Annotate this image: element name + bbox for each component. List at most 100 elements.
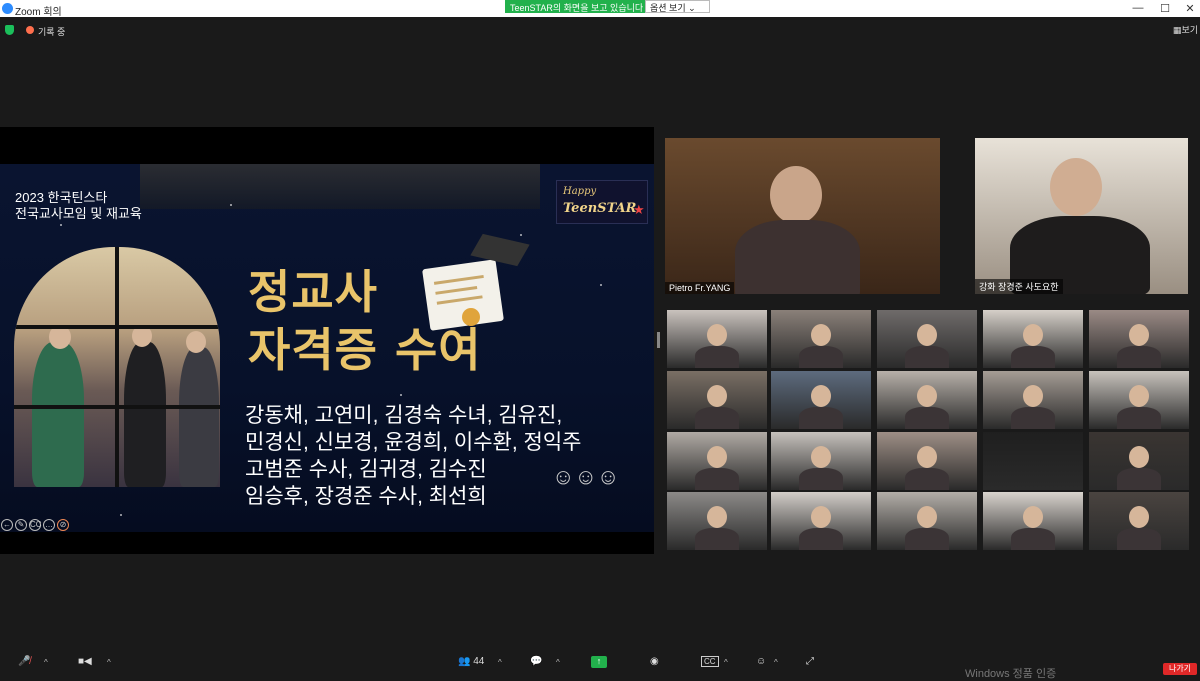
chat-icon[interactable]: 💬 xyxy=(530,656,542,667)
gallery-video-tile[interactable] xyxy=(983,432,1083,490)
gallery-video-tile[interactable] xyxy=(667,310,767,368)
participant-body xyxy=(695,468,739,490)
snow-dot xyxy=(230,204,232,206)
more-icon[interactable]: … xyxy=(43,519,55,531)
video-tile-pietro[interactable]: Pietro Fr.YANG xyxy=(665,138,940,294)
chevron-up-icon[interactable]: ^ xyxy=(556,658,560,667)
leave-button[interactable]: 나가기 xyxy=(1163,663,1197,675)
participants-button[interactable]: 👥 44 xyxy=(458,656,484,667)
gallery-video-tile[interactable] xyxy=(771,371,871,429)
reactions-icon[interactable]: ☺ xyxy=(756,656,766,667)
pen-icon[interactable]: ✎ xyxy=(15,519,27,531)
gallery-video-tile[interactable] xyxy=(983,371,1083,429)
view-options-button[interactable]: 옵션 보기 ⌄ xyxy=(645,0,710,13)
participant-body xyxy=(1117,346,1161,368)
participant-body xyxy=(905,407,949,429)
snow-dot xyxy=(120,514,122,516)
seal-icon xyxy=(462,308,480,326)
mic-muted-icon[interactable]: 🎤̸ xyxy=(18,656,30,667)
gallery-video-tile[interactable] xyxy=(771,432,871,490)
gallery-video-tile[interactable] xyxy=(1089,371,1189,429)
gallery-video-tile[interactable] xyxy=(667,371,767,429)
window-titlebar: Zoom 회의 TeenSTAR의 화면을 보고 있습니다 옵션 보기 ⌄ — … xyxy=(0,0,1200,18)
names-line: 민경신, 신보경, 윤경희, 이수환, 정익주 xyxy=(245,431,582,454)
participant-face xyxy=(1129,324,1149,346)
recording-icon xyxy=(26,26,34,34)
gallery-video-tile[interactable] xyxy=(877,492,977,550)
gallery-video-tile[interactable] xyxy=(1089,492,1189,550)
chevron-up-icon[interactable]: ^ xyxy=(44,658,48,667)
names-line: 고범준 수사, 김귀경, 김수진 xyxy=(245,458,487,481)
person-figure xyxy=(179,347,219,487)
participant-body xyxy=(1011,407,1055,429)
certificate-line xyxy=(435,285,478,295)
slide-header-stripe xyxy=(140,164,540,209)
names-line: 임승후, 장경준 수사, 최선희 xyxy=(245,485,487,508)
participant-face xyxy=(1023,385,1043,407)
gallery-video-tile[interactable] xyxy=(877,432,977,490)
participant-body xyxy=(799,346,843,368)
view-button-label: 보기 xyxy=(1181,25,1198,35)
participant-face xyxy=(811,324,831,346)
participants-count: 44 xyxy=(473,656,485,667)
view-options-label: 옵션 보기 xyxy=(650,3,686,13)
stop-icon[interactable]: ⊘ xyxy=(57,519,69,531)
participant-body xyxy=(1117,528,1161,550)
maximize-button[interactable]: ☐ xyxy=(1155,2,1175,15)
names-line: 강동채, 고연미, 김경숙 수녀, 김유진, xyxy=(245,404,563,427)
gallery-video-tile[interactable] xyxy=(667,432,767,490)
slide-subtitle-line: 전국교사모임 및 재교육 xyxy=(15,206,142,221)
record-icon[interactable]: ◉ xyxy=(650,656,659,667)
gallery-video-tile[interactable] xyxy=(1089,310,1189,368)
participant-body xyxy=(905,528,949,550)
participant-body xyxy=(1011,528,1055,550)
gallery-video-tile[interactable] xyxy=(1089,432,1189,490)
minimize-button[interactable]: — xyxy=(1128,2,1148,14)
chevron-up-icon[interactable]: ^ xyxy=(774,658,778,667)
close-button[interactable]: ✕ xyxy=(1180,2,1200,15)
certificate-line xyxy=(433,274,484,285)
window-frame xyxy=(115,247,119,487)
more-options-icon[interactable]: ⤢ xyxy=(806,656,814,667)
certificate-line xyxy=(436,295,483,305)
back-arrow-icon[interactable]: ← xyxy=(1,519,13,531)
captions-icon[interactable]: CC xyxy=(29,519,42,531)
participant-face xyxy=(707,324,727,346)
recording-label: 기록 중 xyxy=(38,27,66,37)
security-shield-icon[interactable] xyxy=(5,25,14,35)
gallery-video-tile[interactable] xyxy=(983,310,1083,368)
gallery-video-tile[interactable] xyxy=(983,492,1083,550)
snow-dot xyxy=(60,224,62,226)
meeting-status-bar: 기록 중 ▦보기 xyxy=(0,17,1200,45)
participant-body xyxy=(1011,346,1055,368)
gallery-video-tile[interactable] xyxy=(771,492,871,550)
participant-body xyxy=(735,220,860,294)
gallery-video-tile[interactable] xyxy=(667,492,767,550)
gallery-video-tile[interactable] xyxy=(771,310,871,368)
participant-body xyxy=(695,528,739,550)
gallery-video-tile[interactable] xyxy=(877,310,977,368)
participant-face xyxy=(917,506,937,528)
star-icon: ★ xyxy=(633,202,645,217)
share-screen-icon[interactable]: ↑ xyxy=(591,656,607,668)
chevron-up-icon[interactable]: ^ xyxy=(724,658,728,667)
participant-body xyxy=(905,346,949,368)
person-head xyxy=(186,331,206,353)
participant-face xyxy=(811,385,831,407)
snow-dot xyxy=(600,284,602,286)
split-view-handle[interactable] xyxy=(657,332,660,348)
ceremony-photo xyxy=(14,247,220,487)
participant-face xyxy=(770,166,822,224)
chevron-down-icon: ⌄ xyxy=(688,3,696,13)
chevron-up-icon[interactable]: ^ xyxy=(498,658,502,667)
participant-body xyxy=(799,407,843,429)
chevron-up-icon[interactable]: ^ xyxy=(107,658,111,667)
view-button[interactable]: ▦보기 xyxy=(1173,23,1198,36)
video-tile-kang[interactable]: 강화 장경준 사도요한 xyxy=(975,138,1188,294)
participant-face xyxy=(1129,385,1149,407)
video-camera-icon[interactable]: ■◀ xyxy=(78,656,92,667)
captions-icon[interactable]: CC xyxy=(701,656,719,667)
gallery-video-tile[interactable] xyxy=(877,371,977,429)
presentation-slide: 2023 한국틴스타 전국교사모임 및 재교육 Happy TeenSTAR ★… xyxy=(0,164,654,532)
slide-headline: 정교사 xyxy=(248,265,378,319)
